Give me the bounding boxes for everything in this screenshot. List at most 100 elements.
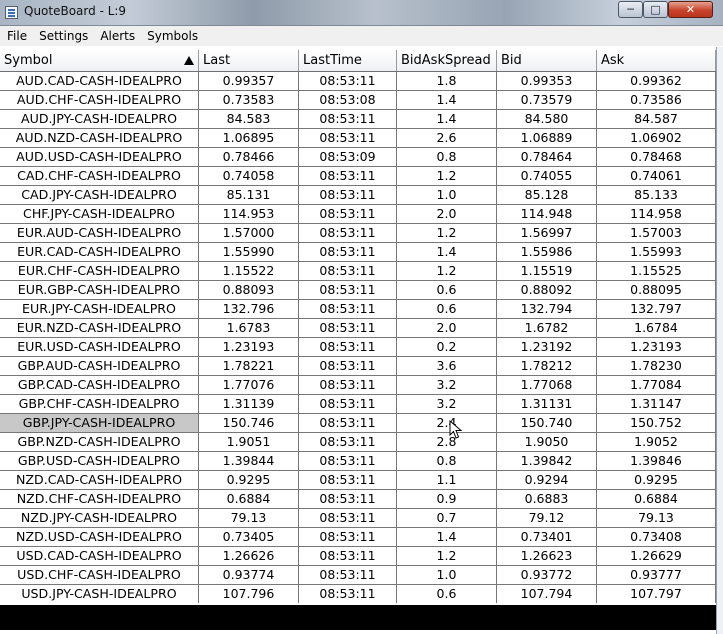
cell-lasttime[interactable]: 08:53:11: [299, 357, 397, 376]
cell-bidaskspread[interactable]: 0.2: [397, 338, 497, 357]
cell-bid[interactable]: 0.73579: [497, 91, 597, 110]
cell-last[interactable]: 1.26626: [199, 547, 299, 566]
cell-bid[interactable]: 1.55986: [497, 243, 597, 262]
cell-bidaskspread[interactable]: 1.2: [397, 547, 497, 566]
cell-lasttime[interactable]: 08:53:11: [299, 167, 397, 186]
menu-settings[interactable]: Settings: [32, 26, 93, 46]
cell-lasttime[interactable]: 08:53:11: [299, 319, 397, 338]
cell-symbol[interactable]: EUR.NZD-CASH-IDEALPRO: [0, 319, 199, 338]
cell-lasttime[interactable]: 08:53:11: [299, 243, 397, 262]
cell-bidaskspread[interactable]: 0.6: [397, 585, 497, 603]
table-row[interactable]: GBP.JPY-CASH-IDEALPRO 150.746 08:53:11 2.4 1…: [0, 414, 716, 433]
column-header-lasttime[interactable]: LastTime: [299, 50, 397, 71]
cell-lasttime[interactable]: 08:53:11: [299, 509, 397, 528]
cell-lasttime[interactable]: 08:53:11: [299, 585, 397, 603]
cell-bidaskspread[interactable]: 2.0: [397, 319, 497, 338]
cell-symbol[interactable]: USD.JPY-CASH-IDEALPRO: [0, 585, 199, 603]
cell-symbol[interactable]: GBP.NZD-CASH-IDEALPRO: [0, 433, 199, 452]
cell-symbol[interactable]: EUR.GBP-CASH-IDEALPRO: [0, 281, 199, 300]
table-row[interactable]: USD.CHF-CASH-IDEALPRO 0.93774 08:53:11 1.0 0…: [0, 566, 716, 585]
cell-lasttime[interactable]: 08:53:11: [299, 338, 397, 357]
column-header-bidaskspread[interactable]: BidAskSpread: [397, 50, 497, 71]
cell-symbol[interactable]: AUD.CAD-CASH-IDEALPRO: [0, 72, 199, 91]
cell-ask[interactable]: 150.752: [597, 414, 716, 433]
cell-bidaskspread[interactable]: 2.0: [397, 205, 497, 224]
cell-lasttime[interactable]: 08:53:11: [299, 205, 397, 224]
cell-ask[interactable]: 1.23193: [597, 338, 716, 357]
table-row[interactable]: EUR.CHF-CASH-IDEALPRO 1.15522 08:53:11 1.2 1…: [0, 262, 716, 281]
table-row[interactable]: GBP.CAD-CASH-IDEALPRO 1.77076 08:53:11 3.2 1…: [0, 376, 716, 395]
column-header-ask[interactable]: Ask: [597, 50, 716, 71]
table-row[interactable]: GBP.CHF-CASH-IDEALPRO 1.31139 08:53:11 3.2 1…: [0, 395, 716, 414]
cell-symbol[interactable]: CHF.JPY-CASH-IDEALPRO: [0, 205, 199, 224]
cell-lasttime[interactable]: 08:53:11: [299, 452, 397, 471]
cell-last[interactable]: 132.796: [199, 300, 299, 319]
cell-bid[interactable]: 107.794: [497, 585, 597, 603]
cell-bid[interactable]: 0.93772: [497, 566, 597, 585]
cell-bid[interactable]: 0.78464: [497, 148, 597, 167]
cell-lasttime[interactable]: 08:53:11: [299, 110, 397, 129]
cell-symbol[interactable]: GBP.AUD-CASH-IDEALPRO: [0, 357, 199, 376]
cell-lasttime[interactable]: 08:53:11: [299, 376, 397, 395]
cell-ask[interactable]: 114.958: [597, 205, 716, 224]
table-row[interactable]: USD.JPY-CASH-IDEALPRO 107.796 08:53:11 0.6 1…: [0, 585, 716, 603]
cell-last[interactable]: 1.6783: [199, 319, 299, 338]
cell-bid[interactable]: 0.9294: [497, 471, 597, 490]
minimize-button[interactable]: ─: [618, 1, 643, 18]
cell-bid[interactable]: 1.6782: [497, 319, 597, 338]
cell-symbol[interactable]: GBP.CAD-CASH-IDEALPRO: [0, 376, 199, 395]
cell-symbol[interactable]: CAD.JPY-CASH-IDEALPRO: [0, 186, 199, 205]
cell-bidaskspread[interactable]: 3.2: [397, 395, 497, 414]
cell-symbol[interactable]: NZD.CHF-CASH-IDEALPRO: [0, 490, 199, 509]
cell-bid[interactable]: 1.26623: [497, 547, 597, 566]
cell-bid[interactable]: 1.56997: [497, 224, 597, 243]
cell-bidaskspread[interactable]: 1.4: [397, 91, 497, 110]
cell-ask[interactable]: 1.55993: [597, 243, 716, 262]
cell-last[interactable]: 1.06895: [199, 129, 299, 148]
cell-symbol[interactable]: AUD.USD-CASH-IDEALPRO: [0, 148, 199, 167]
cell-ask[interactable]: 0.93777: [597, 566, 716, 585]
cell-last[interactable]: 0.73405: [199, 528, 299, 547]
cell-bidaskspread[interactable]: 1.4: [397, 110, 497, 129]
cell-last[interactable]: 107.796: [199, 585, 299, 603]
cell-lasttime[interactable]: 08:53:11: [299, 72, 397, 91]
cell-bidaskspread[interactable]: 1.2: [397, 224, 497, 243]
cell-ask[interactable]: 1.26629: [597, 547, 716, 566]
table-row[interactable]: EUR.CAD-CASH-IDEALPRO 1.55990 08:53:11 1.4 1…: [0, 243, 716, 262]
cell-last[interactable]: 79.13: [199, 509, 299, 528]
cell-last[interactable]: 0.6884: [199, 490, 299, 509]
table-row[interactable]: GBP.NZD-CASH-IDEALPRO 1.9051 08:53:11 2.8 1.…: [0, 433, 716, 452]
cell-last[interactable]: 0.78466: [199, 148, 299, 167]
cell-ask[interactable]: 0.74061: [597, 167, 716, 186]
cell-last[interactable]: 0.93774: [199, 566, 299, 585]
table-row[interactable]: AUD.CHF-CASH-IDEALPRO 0.73583 08:53:08 1.4 0…: [0, 91, 716, 110]
cell-bidaskspread[interactable]: 2.6: [397, 129, 497, 148]
cell-ask[interactable]: 1.39846: [597, 452, 716, 471]
cell-bidaskspread[interactable]: 1.2: [397, 167, 497, 186]
cell-symbol[interactable]: EUR.AUD-CASH-IDEALPRO: [0, 224, 199, 243]
cell-bidaskspread[interactable]: 0.8: [397, 452, 497, 471]
cell-bidaskspread[interactable]: 0.6: [397, 300, 497, 319]
table-row[interactable]: EUR.JPY-CASH-IDEALPRO 132.796 08:53:11 0.6 1…: [0, 300, 716, 319]
cell-bid[interactable]: 132.794: [497, 300, 597, 319]
cell-ask[interactable]: 1.31147: [597, 395, 716, 414]
cell-bid[interactable]: 1.77068: [497, 376, 597, 395]
cell-lasttime[interactable]: 08:53:11: [299, 471, 397, 490]
cell-bid[interactable]: 84.580: [497, 110, 597, 129]
maximize-button[interactable]: □: [643, 1, 668, 18]
table-row[interactable]: AUD.CAD-CASH-IDEALPRO 0.99357 08:53:11 1.8 0…: [0, 72, 716, 91]
cell-symbol[interactable]: CAD.CHF-CASH-IDEALPRO: [0, 167, 199, 186]
table-row[interactable]: GBP.AUD-CASH-IDEALPRO 1.78221 08:53:11 3.6 1…: [0, 357, 716, 376]
cell-last[interactable]: 150.746: [199, 414, 299, 433]
table-row[interactable]: NZD.USD-CASH-IDEALPRO 0.73405 08:53:11 1.4 0…: [0, 528, 716, 547]
cell-symbol[interactable]: AUD.JPY-CASH-IDEALPRO: [0, 110, 199, 129]
cell-ask[interactable]: 1.15525: [597, 262, 716, 281]
cell-symbol[interactable]: GBP.CHF-CASH-IDEALPRO: [0, 395, 199, 414]
cell-last[interactable]: 1.31139: [199, 395, 299, 414]
cell-ask[interactable]: 1.9052: [597, 433, 716, 452]
cell-symbol[interactable]: GBP.JPY-CASH-IDEALPRO: [0, 414, 199, 433]
cell-lasttime[interactable]: 08:53:11: [299, 433, 397, 452]
cell-last[interactable]: 1.77076: [199, 376, 299, 395]
cell-ask[interactable]: 1.77084: [597, 376, 716, 395]
cell-last[interactable]: 84.583: [199, 110, 299, 129]
